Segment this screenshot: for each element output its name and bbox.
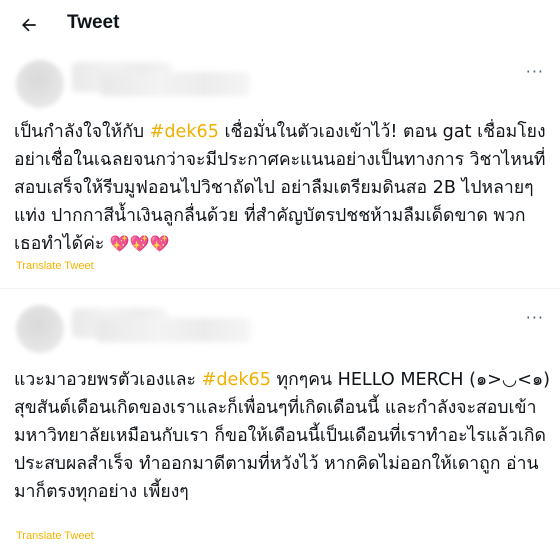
divider [0, 288, 560, 289]
top-bar: Tweet [0, 0, 560, 52]
translate-tweet-link[interactable]: Translate Tweet [16, 530, 94, 542]
sparkling-heart-emoji: 💖💖💖 [109, 234, 170, 253]
hashtag-link[interactable]: #dek65 [202, 370, 271, 390]
tweet-text: แวะมาอวยพรตัวเองและ #dek65 ทุกๆคน HELLO … [14, 366, 550, 506]
more-options-icon[interactable]: ··· [526, 308, 544, 327]
tweet-text: เป็นกำลังใจให้กับ #dek65 เชื่อมั่นในตัวเ… [14, 118, 550, 258]
hashtag-link[interactable]: #dek65 [150, 122, 219, 142]
avatar[interactable] [16, 305, 64, 353]
avatar[interactable] [16, 60, 64, 108]
blurred-handle [100, 72, 250, 96]
tweet-text-part: แวะมาอวยพรตัวเองและ [14, 370, 202, 390]
back-button[interactable] [14, 10, 44, 40]
translate-tweet-link[interactable]: Translate Tweet [16, 260, 94, 272]
more-options-icon[interactable]: ··· [526, 62, 544, 81]
blurred-handle [96, 318, 251, 342]
back-arrow-icon [21, 18, 36, 32]
page-title: Tweet [67, 12, 120, 33]
tweet-text-part: เป็นกำลังใจให้กับ [14, 122, 150, 142]
